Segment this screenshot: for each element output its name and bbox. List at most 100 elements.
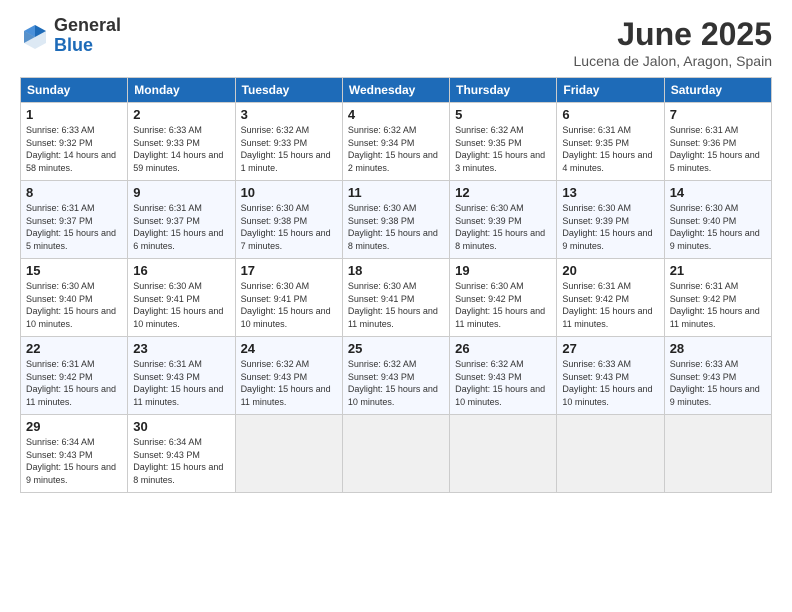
day-number: 18 [348,263,444,278]
calendar-cell: 17 Sunrise: 6:30 AMSunset: 9:41 PMDayligh… [235,259,342,337]
day-number: 6 [562,107,658,122]
day-info: Sunrise: 6:31 AMSunset: 9:36 PMDaylight:… [670,124,766,174]
day-number: 4 [348,107,444,122]
calendar-cell: 28 Sunrise: 6:33 AMSunset: 9:43 PMDayligh… [664,337,771,415]
logo: General Blue [20,16,121,56]
calendar-cell: 2Sunrise: 6:33 AMSunset: 9:33 PMDaylight… [128,103,235,181]
day-info: Sunrise: 6:33 AMSunset: 9:32 PMDaylight:… [26,124,122,174]
day-number: 20 [562,263,658,278]
logo-blue: Blue [54,36,121,56]
calendar-cell: 21 Sunrise: 6:31 AMSunset: 9:42 PMDayligh… [664,259,771,337]
day-number: 27 [562,341,658,356]
header: General Blue June 2025 Lucena de Jalon, … [20,16,772,69]
day-info: Sunrise: 6:32 AMSunset: 9:35 PMDaylight:… [455,124,551,174]
day-number: 12 [455,185,551,200]
day-number: 17 [241,263,337,278]
calendar-cell: 27 Sunrise: 6:33 AMSunset: 9:43 PMDayligh… [557,337,664,415]
calendar-cell: 13 Sunrise: 6:30 AMSunset: 9:39 PMDayligh… [557,181,664,259]
calendar-table: SundayMondayTuesdayWednesdayThursdayFrid… [20,77,772,493]
calendar-week-row: 15Sunrise: 6:30 AMSunset: 9:40 PMDayligh… [21,259,772,337]
day-info: Sunrise: 6:31 AMSunset: 9:37 PMDaylight:… [26,202,122,252]
day-number: 3 [241,107,337,122]
day-info: Sunrise: 6:34 AMSunset: 9:43 PMDaylight:… [133,436,229,486]
day-info: Sunrise: 6:31 AMSunset: 9:42 PMDaylight:… [562,280,658,330]
month-title: June 2025 [574,16,773,53]
calendar-day-header: Tuesday [235,78,342,103]
calendar-cell: 19 Sunrise: 6:30 AMSunset: 9:42 PMDayligh… [450,259,557,337]
calendar-cell: 30Sunrise: 6:34 AMSunset: 9:43 PMDayligh… [128,415,235,493]
day-number: 28 [670,341,766,356]
calendar-day-header: Wednesday [342,78,449,103]
calendar-cell: 23 Sunrise: 6:31 AMSunset: 9:43 PMDayligh… [128,337,235,415]
day-number: 26 [455,341,551,356]
logo-text: General Blue [54,16,121,56]
calendar-day-header: Friday [557,78,664,103]
calendar-cell [664,415,771,493]
day-number: 23 [133,341,229,356]
calendar-header-row: SundayMondayTuesdayWednesdayThursdayFrid… [21,78,772,103]
logo-icon [20,21,50,51]
day-number: 5 [455,107,551,122]
calendar-cell: 7Sunrise: 6:31 AMSunset: 9:36 PMDaylight… [664,103,771,181]
day-number: 24 [241,341,337,356]
title-block: June 2025 Lucena de Jalon, Aragon, Spain [574,16,773,69]
calendar-cell: 22 Sunrise: 6:31 AMSunset: 9:42 PMDayligh… [21,337,128,415]
day-number: 1 [26,107,122,122]
day-info: Sunrise: 6:30 AMSunset: 9:41 PMDaylight:… [348,280,444,330]
calendar-cell [235,415,342,493]
day-info: Sunrise: 6:33 AMSunset: 9:43 PMDaylight:… [562,358,658,408]
calendar-cell: 15Sunrise: 6:30 AMSunset: 9:40 PMDayligh… [21,259,128,337]
calendar-cell: 8 Sunrise: 6:31 AMSunset: 9:37 PMDaylight… [21,181,128,259]
day-info: Sunrise: 6:30 AMSunset: 9:39 PMDaylight:… [562,202,658,252]
calendar-cell: 6 Sunrise: 6:31 AMSunset: 9:35 PMDaylight… [557,103,664,181]
day-info: Sunrise: 6:30 AMSunset: 9:40 PMDaylight:… [670,202,766,252]
calendar-cell: 10 Sunrise: 6:30 AMSunset: 9:38 PMDayligh… [235,181,342,259]
day-info: Sunrise: 6:33 AMSunset: 9:43 PMDaylight:… [670,358,766,408]
day-number: 22 [26,341,122,356]
day-number: 8 [26,185,122,200]
day-info: Sunrise: 6:32 AMSunset: 9:33 PMDaylight:… [241,124,337,174]
day-number: 13 [562,185,658,200]
day-info: Sunrise: 6:30 AMSunset: 9:42 PMDaylight:… [455,280,551,330]
day-info: Sunrise: 6:32 AMSunset: 9:43 PMDaylight:… [348,358,444,408]
day-number: 19 [455,263,551,278]
day-number: 10 [241,185,337,200]
day-info: Sunrise: 6:34 AMSunset: 9:43 PMDaylight:… [26,436,122,486]
day-number: 16 [133,263,229,278]
calendar-cell: 18 Sunrise: 6:30 AMSunset: 9:41 PMDayligh… [342,259,449,337]
calendar-page: General Blue June 2025 Lucena de Jalon, … [0,0,792,612]
day-info: Sunrise: 6:30 AMSunset: 9:41 PMDaylight:… [241,280,337,330]
calendar-cell: 26 Sunrise: 6:32 AMSunset: 9:43 PMDayligh… [450,337,557,415]
day-number: 9 [133,185,229,200]
calendar-day-header: Thursday [450,78,557,103]
day-number: 11 [348,185,444,200]
calendar-cell: 3 Sunrise: 6:32 AMSunset: 9:33 PMDaylight… [235,103,342,181]
day-info: Sunrise: 6:30 AMSunset: 9:40 PMDaylight:… [26,280,122,330]
day-info: Sunrise: 6:31 AMSunset: 9:42 PMDaylight:… [670,280,766,330]
calendar-cell: 12 Sunrise: 6:30 AMSunset: 9:39 PMDayligh… [450,181,557,259]
calendar-week-row: 8 Sunrise: 6:31 AMSunset: 9:37 PMDaylight… [21,181,772,259]
calendar-cell [450,415,557,493]
calendar-cell: 4 Sunrise: 6:32 AMSunset: 9:34 PMDaylight… [342,103,449,181]
calendar-cell [557,415,664,493]
day-info: Sunrise: 6:30 AMSunset: 9:39 PMDaylight:… [455,202,551,252]
day-info: Sunrise: 6:31 AMSunset: 9:35 PMDaylight:… [562,124,658,174]
calendar-cell: 1 Sunrise: 6:33 AMSunset: 9:32 PMDaylight… [21,103,128,181]
calendar-cell: 9Sunrise: 6:31 AMSunset: 9:37 PMDaylight… [128,181,235,259]
day-number: 14 [670,185,766,200]
day-info: Sunrise: 6:32 AMSunset: 9:43 PMDaylight:… [455,358,551,408]
calendar-day-header: Monday [128,78,235,103]
calendar-week-row: 29Sunrise: 6:34 AMSunset: 9:43 PMDayligh… [21,415,772,493]
day-info: Sunrise: 6:31 AMSunset: 9:43 PMDaylight:… [133,358,229,408]
day-info: Sunrise: 6:32 AMSunset: 9:34 PMDaylight:… [348,124,444,174]
location: Lucena de Jalon, Aragon, Spain [574,53,773,69]
calendar-cell: 16Sunrise: 6:30 AMSunset: 9:41 PMDayligh… [128,259,235,337]
calendar-day-header: Saturday [664,78,771,103]
day-info: Sunrise: 6:31 AMSunset: 9:42 PMDaylight:… [26,358,122,408]
logo-general: General [54,16,121,36]
day-info: Sunrise: 6:30 AMSunset: 9:38 PMDaylight:… [241,202,337,252]
calendar-cell: 29Sunrise: 6:34 AMSunset: 9:43 PMDayligh… [21,415,128,493]
calendar-week-row: 1 Sunrise: 6:33 AMSunset: 9:32 PMDaylight… [21,103,772,181]
day-number: 21 [670,263,766,278]
calendar-cell: 20 Sunrise: 6:31 AMSunset: 9:42 PMDayligh… [557,259,664,337]
